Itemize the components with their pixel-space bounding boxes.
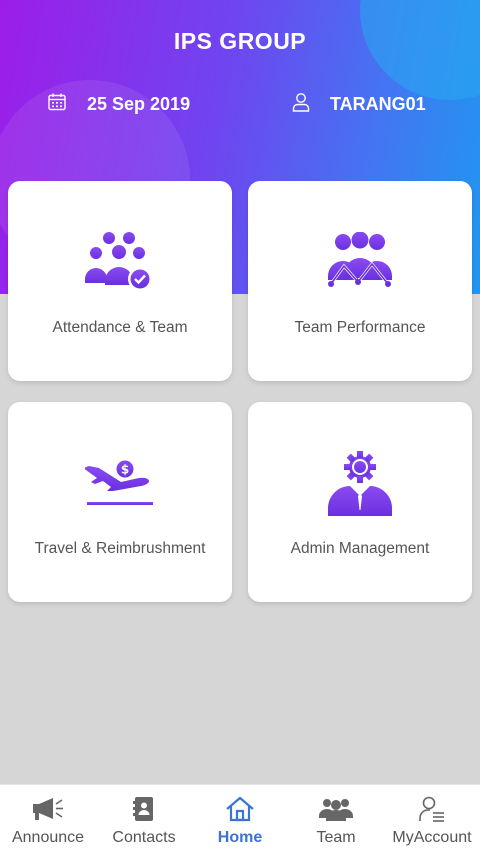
date-text: 25 Sep 2019 (87, 94, 191, 114)
username-text: TARANG01 (330, 94, 426, 114)
travel-reimbursement-icon: $ (85, 450, 155, 516)
team-performance-card[interactable]: Team Performance (248, 181, 472, 381)
tab-label: Team (316, 829, 356, 846)
svg-text:$: $ (121, 463, 129, 477)
card-label: Admin Management (290, 540, 430, 557)
tab-announce[interactable]: Announce (0, 785, 96, 853)
attendance-team-icon (85, 229, 155, 295)
calendar-icon (47, 92, 87, 117)
tab-label: MyAccount (392, 829, 472, 846)
admin-management-icon (326, 450, 394, 516)
card-label: Attendance & Team (52, 319, 188, 336)
megaphone-icon (31, 794, 65, 824)
bottom-tab-bar: Announce Contacts Home Team MyAccount (0, 784, 480, 853)
home-icon (225, 794, 255, 824)
card-label: Team Performance (294, 319, 426, 336)
contacts-book-icon (133, 794, 155, 824)
user-display[interactable]: TARANG01 (292, 92, 426, 117)
account-icon (418, 794, 446, 824)
travel-reimbursement-card[interactable]: $ Travel & Reimbrushment (8, 402, 232, 602)
tab-home[interactable]: Home (192, 785, 288, 853)
team-icon (318, 794, 354, 824)
tab-team[interactable]: Team (288, 785, 384, 853)
team-performance-icon (326, 229, 394, 295)
user-icon (292, 92, 330, 117)
admin-management-card[interactable]: Admin Management (248, 402, 472, 602)
tab-label: Home (217, 829, 263, 846)
tab-label: Announce (11, 829, 85, 846)
app-title: IPS GROUP (173, 28, 307, 54)
tab-contacts[interactable]: Contacts (96, 785, 192, 853)
attendance-team-card[interactable]: Attendance & Team (8, 181, 232, 381)
date-display: 25 Sep 2019 (47, 92, 190, 117)
tab-myaccount[interactable]: MyAccount (384, 785, 480, 853)
tab-label: Contacts (112, 829, 176, 846)
card-label: Travel & Reimbrushment (34, 540, 206, 557)
